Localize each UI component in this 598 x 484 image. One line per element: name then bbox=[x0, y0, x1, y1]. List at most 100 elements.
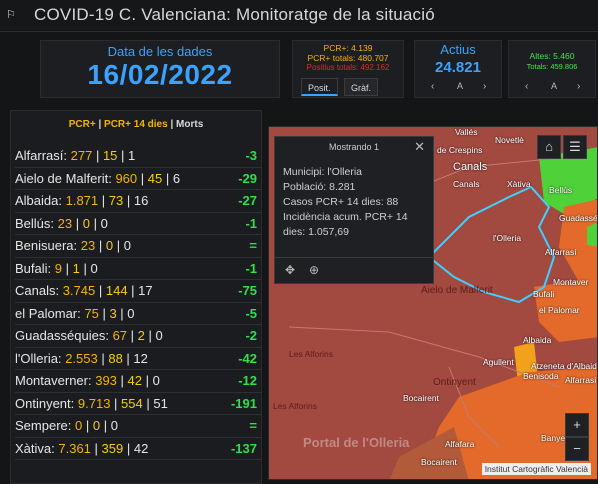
home-button[interactable]: ⌂ bbox=[537, 135, 561, 159]
separator: | bbox=[62, 260, 73, 276]
map-label: Bocairent bbox=[403, 393, 439, 403]
separator: | bbox=[123, 440, 134, 456]
separator: | bbox=[144, 328, 156, 343]
pager-prev-icon[interactable]: ‹ bbox=[431, 81, 434, 92]
map-label: Agullent bbox=[483, 357, 514, 367]
list-item[interactable]: Aielo de Malferit: 960 | 45 | 6 -29 bbox=[15, 168, 261, 190]
municipality-name: Xàtiva: bbox=[15, 440, 55, 456]
municipality-name: Guadasséquies: bbox=[15, 328, 109, 343]
header-morts: Morts bbox=[176, 119, 204, 130]
zoom-in-button[interactable]: + bbox=[565, 413, 589, 437]
morts-value: 12 bbox=[133, 350, 148, 366]
zoom-to-icon[interactable]: ⊕ bbox=[309, 263, 319, 277]
map-label: de Crespins bbox=[437, 145, 483, 155]
app-logo-icon: ⚐ bbox=[6, 9, 16, 21]
delta-value: -191 bbox=[230, 395, 257, 411]
morts-value: 0 bbox=[90, 260, 98, 276]
popup-line: Població: 8.281 bbox=[283, 181, 356, 193]
list-item[interactable]: Albaida: 1.871 | 73 | 16 -27 bbox=[15, 190, 261, 213]
list-item[interactable]: Guadasséquies: 67 | 2 | 0 -2 bbox=[15, 325, 261, 348]
separator: | bbox=[97, 350, 109, 366]
tab-posit[interactable]: Posit. bbox=[301, 78, 338, 96]
morts-value: 51 bbox=[153, 395, 168, 411]
map-label: Atzeneta d'Albaida bbox=[531, 361, 598, 371]
municipality-name: Montaverner: bbox=[15, 373, 92, 388]
pcr14-value: 0 bbox=[105, 238, 114, 253]
separator: | bbox=[123, 193, 134, 208]
separator: | bbox=[137, 170, 148, 186]
altes-value: Altes: 5.460 bbox=[529, 51, 575, 61]
tab-graf[interactable]: Gràf. bbox=[343, 78, 378, 96]
delta-value: -1 bbox=[245, 260, 257, 276]
pager-mid-icon: A bbox=[551, 81, 558, 91]
move-icon[interactable]: ✥ bbox=[285, 263, 295, 277]
pager-next-icon[interactable]: › bbox=[577, 81, 580, 92]
delta-value: -3 bbox=[245, 148, 257, 163]
list-item[interactable]: Xàtiva: 7.361 | 359 | 42 -137 bbox=[15, 438, 261, 460]
municipality-name: l'Olleria: bbox=[15, 350, 62, 366]
list-item[interactable]: Alfarrasí: 277 | 15 | 1 -3 bbox=[15, 145, 261, 168]
municipality-name: Benisuera: bbox=[15, 238, 78, 253]
list-item[interactable]: Sempere: 0 | 0 | 0 = bbox=[15, 415, 261, 438]
delta-value: -27 bbox=[238, 193, 257, 208]
list-item[interactable]: Canals: 3.745 | 144 | 17 -75 bbox=[15, 280, 261, 303]
list-item[interactable]: el Palomar: 75 | 3 | 0 -5 bbox=[15, 303, 261, 325]
close-icon[interactable]: ✕ bbox=[414, 139, 425, 155]
municipality-list-panel: PCR+ | PCR+ 14 dies | Morts Alfarrasí: 2… bbox=[10, 110, 262, 484]
date-value: 16/02/2022 bbox=[87, 59, 233, 90]
list-item[interactable]: Bellús: 23 | 0 | 0 -1 bbox=[15, 213, 261, 235]
pcr-value: 960 bbox=[115, 170, 138, 186]
zoom-out-button[interactable]: − bbox=[565, 437, 589, 461]
pcr14-value: 359 bbox=[101, 440, 124, 456]
map-attribution: Institut Cartogràfic Valencià bbox=[481, 463, 591, 475]
pcr14-value: 88 bbox=[108, 350, 123, 366]
separator: | bbox=[127, 328, 138, 343]
list-item[interactable]: l'Olleria: 2.553 | 88 | 12 -42 bbox=[15, 348, 261, 370]
layer-list-button[interactable]: ☰ bbox=[563, 135, 587, 159]
delta-value: -137 bbox=[230, 440, 257, 456]
map-label: Alfafara bbox=[445, 439, 475, 449]
actius-label: Actius bbox=[440, 42, 476, 57]
separator: | bbox=[117, 148, 129, 163]
municipality-name: Sempere: bbox=[15, 418, 72, 433]
map-label: Canals bbox=[453, 179, 480, 189]
morts-value: 0 bbox=[123, 238, 131, 253]
altes-totals: Totals: 459.806 bbox=[526, 62, 578, 71]
separator: | bbox=[113, 238, 124, 253]
map-label: Albaida bbox=[523, 335, 552, 345]
map-label: Les Alforins bbox=[273, 401, 317, 411]
morts-value: 0 bbox=[127, 305, 135, 321]
pcr-value: 1.871 bbox=[65, 193, 99, 208]
morts-value: 1 bbox=[128, 148, 136, 163]
morts-value: 0 bbox=[100, 215, 108, 231]
pcr-value: 9 bbox=[54, 260, 62, 276]
pager-prev-icon[interactable]: ‹ bbox=[525, 81, 528, 92]
morts-value: 42 bbox=[133, 440, 149, 456]
page-title: COVID-19 C. Valenciana: Monitoratge de l… bbox=[34, 5, 435, 24]
pcr14-value: 1 bbox=[72, 260, 80, 276]
pcr14-value: 0 bbox=[92, 418, 101, 433]
pcr14-value: 73 bbox=[108, 193, 124, 208]
map-label: Les Alforins bbox=[289, 349, 333, 359]
pcr-value: 393 bbox=[95, 373, 117, 388]
separator: | bbox=[162, 170, 173, 186]
watermark: Portal de l'Olleria bbox=[303, 435, 410, 450]
separator: | bbox=[122, 350, 134, 366]
list-header: PCR+ | PCR+ 14 dies | Morts bbox=[11, 119, 261, 130]
pager-next-icon[interactable]: › bbox=[483, 81, 486, 92]
date-label: Data de les dades bbox=[107, 44, 213, 59]
separator: | bbox=[98, 305, 110, 321]
popup-footer: ✥ ⊕ bbox=[275, 257, 433, 283]
list-item[interactable]: Bufali: 9 | 1 | 0 -1 bbox=[15, 258, 261, 280]
map-label: Canals bbox=[453, 161, 488, 173]
actius-value: 24.821 bbox=[435, 59, 481, 76]
list-item[interactable]: Ontinyent: 9.713 | 554 | 51 -191 bbox=[15, 393, 261, 415]
list-item[interactable]: Benisuera: 23 | 0 | 0 = bbox=[15, 235, 261, 258]
map-label: l'Olleria bbox=[493, 233, 522, 243]
pcr14-value: 42 bbox=[127, 373, 142, 388]
list-item[interactable]: Montaverner: 393 | 42 | 0 -12 bbox=[15, 370, 261, 393]
map-label: Bellús bbox=[549, 185, 573, 195]
map-label: Bocairent bbox=[421, 457, 457, 467]
popup-line: Municipi: l'Olleria bbox=[283, 166, 363, 178]
map-label: Ontinyent bbox=[433, 377, 476, 388]
